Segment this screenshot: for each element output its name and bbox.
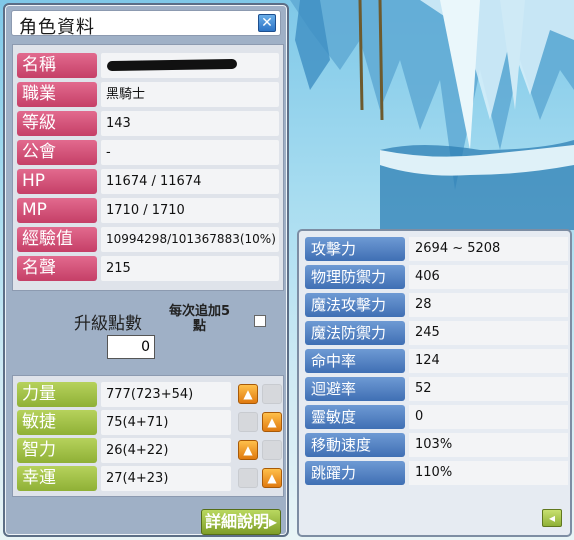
ability-points-area: 升級點數 0 每次追加5 點 — [12, 297, 284, 369]
guild-value: - — [101, 140, 279, 165]
profile-row-mp: MP 1710 / 1710 — [17, 198, 279, 223]
mp-label: MP — [17, 198, 97, 223]
fame-label: 名聲 — [17, 256, 97, 281]
name-label: 名稱 — [17, 53, 97, 78]
detail-row-magic-def: 魔法防禦力 245 — [305, 321, 568, 345]
magic-atk-value: 28 — [409, 293, 568, 317]
stat-row-int: 智力 26(4+22) ▲ — [17, 438, 282, 463]
int-up-button-disabled — [262, 440, 282, 460]
profile-row-hp: HP 11674 / 11674 — [17, 169, 279, 194]
dex-up-button-disabled — [238, 412, 258, 432]
jump-value: 110% — [409, 461, 568, 485]
window-titlebar[interactable]: 角色資料 ✕ — [11, 10, 281, 38]
avoid-label: 迴避率 — [305, 377, 405, 401]
detail-row-accuracy: 命中率 124 — [305, 349, 568, 373]
magic-atk-label: 魔法攻擊力 — [305, 293, 405, 317]
job-label: 職業 — [17, 82, 97, 107]
ability-points-value: 0 — [107, 335, 155, 359]
stat-row-luk: 幸運 27(4+23) ▲ — [17, 466, 282, 491]
magic-def-label: 魔法防禦力 — [305, 321, 405, 345]
dex-label: 敏捷 — [17, 410, 97, 435]
auto-add-5-checkbox[interactable] — [254, 315, 266, 327]
ability-points-label: 升級點數 — [74, 314, 142, 334]
redacted-name — [106, 58, 238, 72]
int-value: 26(4+22) — [101, 438, 231, 463]
magic-def-value: 245 — [409, 321, 568, 345]
accuracy-label: 命中率 — [305, 349, 405, 373]
speed-value: 103% — [409, 433, 568, 457]
dex-up-button[interactable]: ▲ — [262, 412, 282, 432]
mp-value: 1710 / 1710 — [101, 198, 279, 223]
str-value: 777(723+54) — [101, 382, 231, 407]
detail-row-avoid: 迴避率 52 — [305, 377, 568, 401]
profile-row-exp: 經驗值 10994298/101367883(10%) — [17, 227, 279, 252]
exp-label: 經驗值 — [17, 227, 97, 252]
guild-label: 公會 — [17, 140, 97, 165]
hp-label: HP — [17, 169, 97, 194]
auto-add-5-label-line2: 點 — [193, 319, 207, 334]
avoid-value: 52 — [409, 377, 568, 401]
profile-row-guild: 公會 - — [17, 140, 279, 165]
attack-label: 攻擊力 — [305, 237, 405, 261]
level-value: 143 — [101, 111, 279, 136]
name-value — [101, 53, 279, 78]
auto-add-5-label: 每次追加5 點 — [169, 304, 230, 334]
detail-button-label: 詳細說明 — [204, 512, 269, 531]
stat-row-str: 力量 777(723+54) ▲ — [17, 382, 282, 407]
int-up-button[interactable]: ▲ — [238, 440, 258, 460]
detail-row-attack: 攻擊力 2694 ~ 5208 — [305, 237, 568, 261]
luk-value: 27(4+23) — [101, 466, 231, 491]
profile-row-level: 等級 143 — [17, 111, 279, 136]
character-info-window[interactable]: 角色資料 ✕ 名稱 職業 黑騎士 等級 143 公會 - HP 11674 / … — [3, 3, 289, 537]
attack-value: 2694 ~ 5208 — [409, 237, 568, 261]
str-up-button-disabled — [262, 384, 282, 404]
detail-row-hands: 靈敏度 0 — [305, 405, 568, 429]
luk-up-button-disabled — [238, 468, 258, 488]
job-value: 黑騎士 — [101, 82, 279, 107]
detail-stats-window[interactable]: 攻擊力 2694 ~ 5208 物理防禦力 406 魔法攻擊力 28 魔法防禦力… — [297, 229, 572, 537]
exp-value: 10994298/101367883(10%) — [101, 227, 279, 252]
hands-label: 靈敏度 — [305, 405, 405, 429]
detail-button[interactable]: 詳細說明▸ — [201, 509, 281, 535]
luk-label: 幸運 — [17, 466, 97, 491]
profile-row-job: 職業 黑騎士 — [17, 82, 279, 107]
phys-def-value: 406 — [409, 265, 568, 289]
detail-row-phys-def: 物理防禦力 406 — [305, 265, 568, 289]
auto-add-5-label-line1: 每次追加5 — [169, 304, 231, 319]
arrow-left-icon[interactable]: ◂ — [542, 509, 562, 527]
int-label: 智力 — [17, 438, 97, 463]
profile-row-fame: 名聲 215 — [17, 256, 279, 281]
luk-up-button[interactable]: ▲ — [262, 468, 282, 488]
dex-value: 75(4+71) — [101, 410, 231, 435]
stats-section: 力量 777(723+54) ▲ 敏捷 75(4+71) ▲ 智力 26(4+2… — [12, 375, 284, 497]
chevron-right-icon: ▸ — [268, 512, 278, 531]
phys-def-label: 物理防禦力 — [305, 265, 405, 289]
str-label: 力量 — [17, 382, 97, 407]
window-title: 角色資料 — [19, 17, 95, 38]
detail-row-magic-atk: 魔法攻擊力 28 — [305, 293, 568, 317]
jump-label: 跳躍力 — [305, 461, 405, 485]
detail-row-speed: 移動速度 103% — [305, 433, 568, 457]
level-label: 等級 — [17, 111, 97, 136]
hands-value: 0 — [409, 405, 568, 429]
str-up-button[interactable]: ▲ — [238, 384, 258, 404]
fame-value: 215 — [101, 256, 279, 281]
profile-row-name: 名稱 — [17, 53, 279, 78]
profile-section: 名稱 職業 黑騎士 等級 143 公會 - HP 11674 / 11674 M… — [12, 44, 284, 291]
close-icon[interactable]: ✕ — [258, 14, 276, 32]
hp-value: 11674 / 11674 — [101, 169, 279, 194]
stat-row-dex: 敏捷 75(4+71) ▲ — [17, 410, 282, 435]
speed-label: 移動速度 — [305, 433, 405, 457]
detail-row-jump: 跳躍力 110% — [305, 461, 568, 485]
accuracy-value: 124 — [409, 349, 568, 373]
